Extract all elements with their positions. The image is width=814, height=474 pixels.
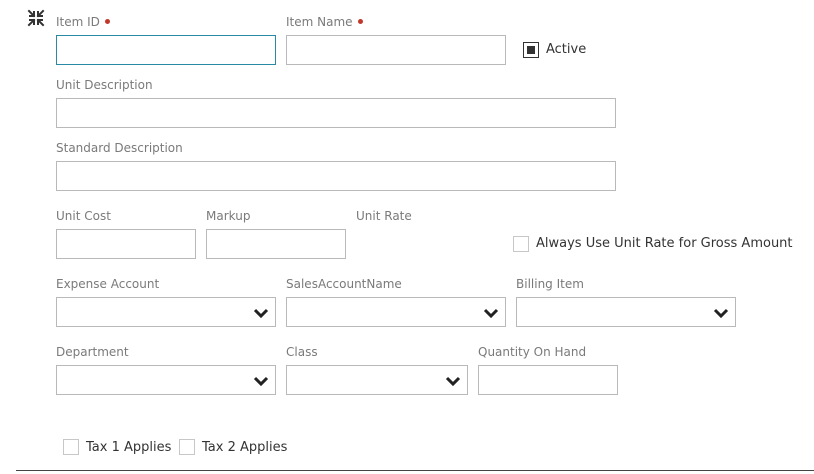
sales-account-name-select[interactable] — [286, 297, 506, 327]
quantity-on-hand-input[interactable] — [478, 365, 618, 395]
markup-label: Markup — [206, 209, 251, 223]
tax2-checkbox[interactable] — [179, 439, 195, 455]
department-select[interactable] — [56, 365, 276, 395]
billing-item-select[interactable] — [516, 297, 736, 327]
sales-account-name-label: SalesAccountName — [286, 277, 402, 291]
unit-cost-input[interactable] — [56, 229, 196, 259]
expense-account-select[interactable] — [56, 297, 276, 327]
item-id-label: Item ID — [56, 15, 110, 29]
active-checkbox[interactable] — [523, 42, 539, 58]
unit-rate-label: Unit Rate — [356, 209, 412, 223]
chevron-down-icon — [253, 308, 269, 319]
department-label: Department — [56, 345, 129, 359]
required-indicator — [104, 19, 110, 24]
tax2-label: Tax 2 Applies — [202, 440, 288, 455]
active-label: Active — [546, 42, 587, 57]
unit-cost-label: Unit Cost — [56, 209, 111, 223]
always-use-unit-rate-checkbox[interactable] — [513, 236, 529, 252]
billing-item-label: Billing Item — [516, 277, 584, 291]
expense-account-label: Expense Account — [56, 277, 160, 291]
standard-description-input[interactable] — [56, 161, 616, 191]
unit-description-input[interactable] — [56, 98, 616, 128]
chevron-down-icon — [445, 376, 461, 387]
chevron-down-icon — [713, 308, 729, 319]
class-select[interactable] — [286, 365, 468, 395]
item-name-label-text: Item Name — [286, 15, 353, 29]
always-use-unit-rate-label: Always Use Unit Rate for Gross Amount — [536, 236, 793, 251]
required-indicator — [357, 19, 363, 24]
item-id-label-text: Item ID — [56, 15, 100, 29]
item-name-label: Item Name — [286, 15, 363, 29]
chevron-down-icon — [253, 376, 269, 387]
markup-input[interactable] — [206, 229, 346, 259]
tax1-checkbox[interactable] — [63, 439, 79, 455]
collapse-icon[interactable] — [27, 9, 45, 27]
class-label: Class — [286, 345, 318, 359]
standard-description-label: Standard Description — [56, 141, 183, 155]
item-name-input[interactable] — [286, 35, 506, 65]
quantity-on-hand-label: Quantity On Hand — [478, 345, 587, 359]
chevron-down-icon — [483, 308, 499, 319]
item-id-input[interactable] — [56, 35, 276, 65]
tax1-label: Tax 1 Applies — [86, 440, 172, 455]
unit-description-label: Unit Description — [56, 78, 153, 92]
section-divider — [16, 470, 814, 471]
